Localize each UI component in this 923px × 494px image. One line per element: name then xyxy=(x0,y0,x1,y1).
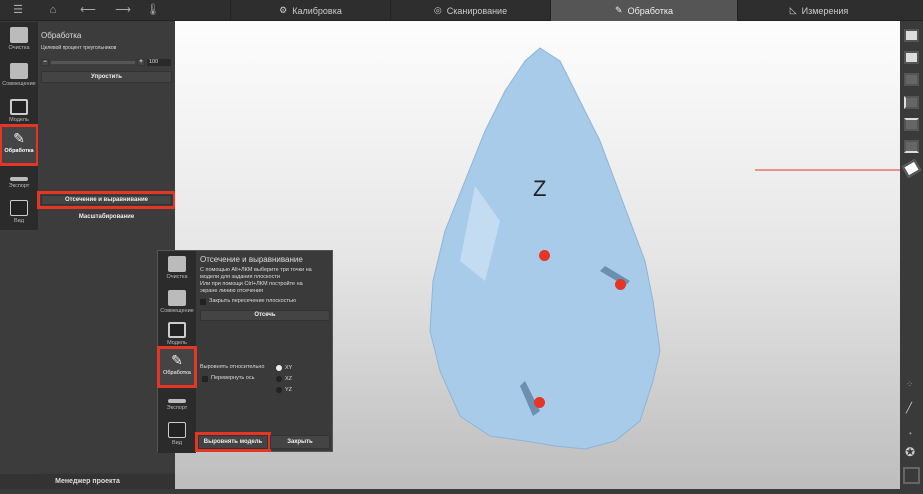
axis-yz-radio[interactable] xyxy=(276,387,282,393)
scale-button[interactable]: Масштабирование xyxy=(41,213,172,224)
pencil-icon: ✎ xyxy=(171,352,183,368)
dialog-sidebar: Очистка Совмещение Модель ✎ Обработка Экс… xyxy=(157,251,197,453)
axis-xz-radio[interactable] xyxy=(276,376,282,382)
view-left-icon[interactable] xyxy=(904,73,919,86)
view-right-icon[interactable] xyxy=(904,96,919,109)
tool-sidebar: Очистка Совмещение Модель ✎ Обработка Экс… xyxy=(0,22,39,231)
sidebar-item-model[interactable]: Модель xyxy=(160,319,194,353)
view-icon xyxy=(168,422,186,438)
view-toolbar: ⁘ ╱ • ✪ xyxy=(900,21,923,489)
axis-label: Z xyxy=(533,176,547,201)
tab-calibration[interactable]: ⚙ Калибровка xyxy=(230,0,390,21)
axis-xz-label: XZ xyxy=(285,376,293,382)
star-icon[interactable]: ✪ xyxy=(905,445,915,459)
slider-label: Целевой процент треугольников xyxy=(41,45,117,51)
slider-increment[interactable]: + xyxy=(137,59,145,66)
tab-processing[interactable]: ✎ Обработка xyxy=(550,0,737,21)
redo-icon[interactable]: ⟶ xyxy=(115,3,131,17)
view-icon xyxy=(10,200,28,216)
cut-align-dialog: Очистка Совмещение Модель ✎ Обработка Экс… xyxy=(157,250,333,453)
pencil-icon: ✎ xyxy=(13,130,25,146)
sidebar-item-cleanup[interactable]: Очистка xyxy=(160,253,194,287)
close-plane-label: Закрыть пересечение плоскостью xyxy=(209,298,296,304)
dialog-desc: С помощью Alt+ЛКМ выберите три точки на xyxy=(200,267,312,273)
view-back-icon[interactable] xyxy=(904,51,919,64)
project-manager-button[interactable]: Менеджер проекта xyxy=(0,474,175,489)
axis-yz-label: YZ xyxy=(285,387,293,393)
undo-icon[interactable]: ⟵ xyxy=(80,3,96,17)
cube-icon xyxy=(168,322,186,338)
cube-icon xyxy=(10,99,28,115)
align-model-button[interactable]: Выровнять модель xyxy=(195,432,271,452)
flip-axis-checkbox[interactable] xyxy=(202,376,208,382)
triangle-slider[interactable] xyxy=(51,61,135,64)
line-tool-icon[interactable]: ╱ xyxy=(906,403,912,414)
close-plane-checkbox[interactable] xyxy=(200,299,206,305)
dialog-desc: модели для задания плоскости xyxy=(200,274,280,280)
selected-point[interactable] xyxy=(534,397,545,408)
close-button[interactable]: Закрыть xyxy=(270,435,330,449)
sidebar-item-alignment[interactable]: Совмещение xyxy=(2,60,36,94)
slider-value[interactable]: 100 xyxy=(147,59,171,66)
eraser-icon xyxy=(10,27,28,43)
sidebar-item-processing[interactable]: ✎ Обработка xyxy=(0,124,39,166)
view-iso-icon[interactable] xyxy=(901,159,922,178)
selected-point[interactable] xyxy=(539,250,550,261)
sidebar-item-export[interactable]: Экспорт xyxy=(2,167,36,201)
cut-button[interactable]: Отсечь xyxy=(200,310,330,321)
export-icon xyxy=(168,399,186,403)
sidebar-item-cleanup[interactable]: Очистка xyxy=(2,24,36,58)
pencil-icon: ✎ xyxy=(615,5,623,15)
points-tool-icon[interactable]: ⁘ xyxy=(906,379,914,390)
scan-icon: ◎ xyxy=(433,5,442,15)
alignment-icon xyxy=(168,290,186,306)
tab-scanning[interactable]: ◎ Сканирование xyxy=(390,0,550,21)
home-icon[interactable]: ⌂ xyxy=(45,3,61,17)
sidebar-item-alignment[interactable]: Совмещение xyxy=(160,287,194,321)
point-tool-icon[interactable]: • xyxy=(909,429,912,438)
gear-icon: ⚙ xyxy=(279,5,288,15)
ruler-icon: ◺ xyxy=(789,5,797,15)
processing-panel: Обработка Целевой процент треугольников … xyxy=(37,22,176,472)
panel-title: Обработка xyxy=(41,31,82,40)
align-relative-label: Выровнять относительно xyxy=(200,364,265,370)
sidebar-item-view[interactable]: Вид xyxy=(160,419,194,453)
view-bottom-icon[interactable] xyxy=(904,140,919,153)
export-icon xyxy=(10,177,28,181)
sidebar-filler xyxy=(0,230,38,474)
view-top-icon[interactable] xyxy=(904,118,919,131)
slider-decrement[interactable]: − xyxy=(41,59,49,66)
sidebar-item-model[interactable]: Модель xyxy=(2,96,36,130)
dialog-title: Отсечение и выравнивание xyxy=(200,255,303,264)
cut-align-button[interactable]: Отсечение и выравнивание xyxy=(37,191,176,209)
thermometer-icon[interactable]: 🌡 xyxy=(145,3,161,17)
tab-measurements[interactable]: ◺ Измерения xyxy=(737,0,900,21)
sidebar-item-view[interactable]: Вид xyxy=(2,197,36,231)
top-bar: ☰ ⌂ ⟵ ⟶ 🌡 ⚙ Калибровка ◎ Сканирование ✎ Обр… xyxy=(0,0,923,21)
menu-icon[interactable]: ☰ xyxy=(10,3,26,17)
eraser-icon xyxy=(168,256,186,272)
flip-axis-label: Перевернуть ось xyxy=(211,375,255,381)
dialog-desc: Или при помощи Ctrl+ЛКМ постройте на xyxy=(200,281,303,287)
simplify-button[interactable]: Упростить xyxy=(41,71,172,83)
sidebar-item-processing[interactable]: ✎ Обработка xyxy=(157,346,197,388)
sidebar-item-export[interactable]: Экспорт xyxy=(160,389,194,423)
axis-xy-label: XY xyxy=(285,365,293,371)
grid-icon[interactable] xyxy=(903,467,920,484)
view-front-icon[interactable] xyxy=(904,29,919,42)
dialog-desc: экране линию отсечения xyxy=(200,288,264,294)
axis-xy-radio[interactable] xyxy=(276,365,282,371)
selected-point[interactable] xyxy=(615,279,626,290)
alignment-icon xyxy=(10,63,28,79)
